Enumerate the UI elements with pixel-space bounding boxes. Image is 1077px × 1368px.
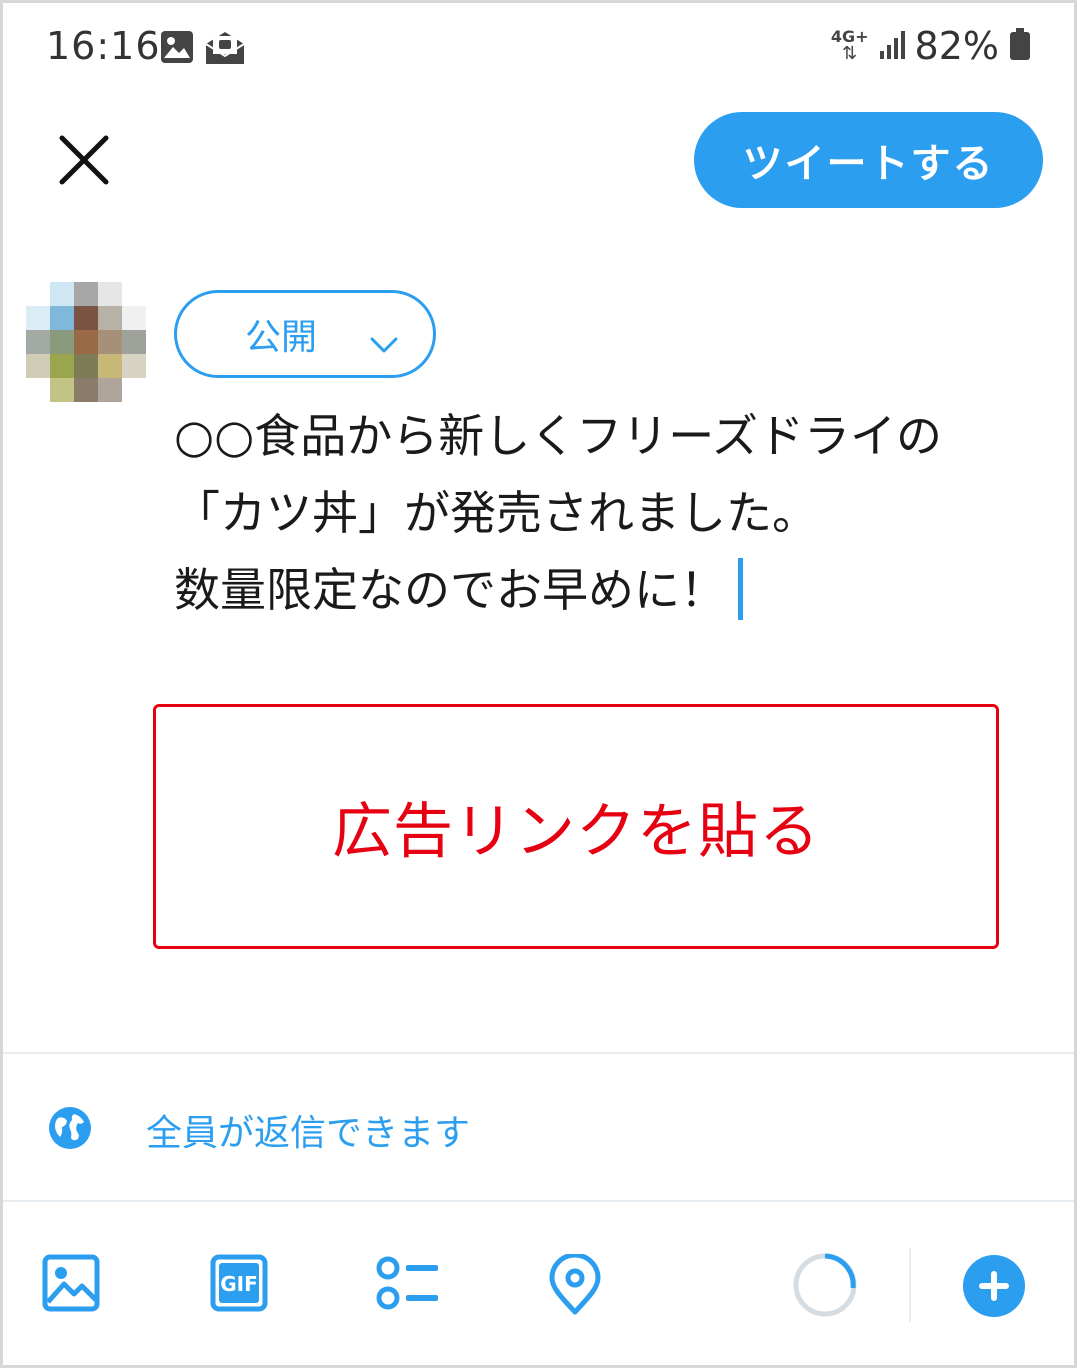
tweet-compose-input[interactable]: ○○食品から新しくフリーズドライの 「カツ丼」が発売されました。 数量限定なので… xyxy=(174,398,1054,629)
signal-icon xyxy=(879,29,905,63)
mail-notification-icon xyxy=(204,30,246,70)
status-bar: 16:16 4G+ ⇅ 82% xyxy=(0,0,1071,96)
battery-icon xyxy=(1009,27,1031,65)
location-icon xyxy=(549,1252,601,1315)
status-time: 16:16 xyxy=(46,24,161,68)
audience-selector[interactable]: 公開 xyxy=(174,290,436,378)
toolbar-separator xyxy=(909,1248,911,1322)
add-gif-button[interactable]: GIF xyxy=(210,1254,268,1316)
reply-setting-button[interactable]: 全員が返信できます xyxy=(48,1100,470,1160)
character-count-ring xyxy=(792,1252,858,1322)
poll-icon xyxy=(376,1256,438,1310)
tweet-text-line: 「カツ丼」が発売されました。 xyxy=(174,486,818,540)
battery-percentage: 82% xyxy=(914,24,999,68)
svg-text:GIF: GIF xyxy=(220,1272,258,1296)
tweet-text-line-last: 数量限定なのでお早めに！ xyxy=(174,552,1054,629)
add-tweet-icon xyxy=(963,1255,1025,1317)
status-right: 4G+ ⇅ 82% xyxy=(831,24,1031,68)
audience-label: 公開 xyxy=(245,317,318,358)
image-icon xyxy=(42,1254,100,1312)
ad-link-placeholder-box: 広告リンクを貼る xyxy=(153,704,999,949)
globe-icon xyxy=(48,1106,92,1154)
tweet-text-line: ○○食品から新しくフリーズドライの xyxy=(174,409,942,463)
ad-link-placeholder-text: 広告リンクを貼る xyxy=(332,797,820,867)
text-caret xyxy=(738,558,743,620)
add-image-button[interactable] xyxy=(42,1254,100,1316)
tweet-button[interactable]: ツイートする xyxy=(694,112,1043,208)
add-tweet-button[interactable] xyxy=(962,1254,1026,1322)
progress-ring-icon xyxy=(793,1253,857,1317)
gif-icon: GIF xyxy=(210,1254,268,1312)
add-location-button[interactable] xyxy=(548,1252,602,1320)
reply-setting-label: 全員が返信できます xyxy=(146,1113,471,1154)
avatar[interactable] xyxy=(26,282,146,402)
chevron-down-icon xyxy=(369,323,399,364)
add-poll-button[interactable] xyxy=(376,1254,440,1316)
divider xyxy=(3,1200,1074,1202)
divider xyxy=(3,1052,1074,1054)
network-type-icon: 4G+ ⇅ xyxy=(830,27,869,64)
close-icon xyxy=(59,135,109,185)
gallery-notification-icon xyxy=(160,30,194,68)
close-button[interactable] xyxy=(56,132,112,188)
